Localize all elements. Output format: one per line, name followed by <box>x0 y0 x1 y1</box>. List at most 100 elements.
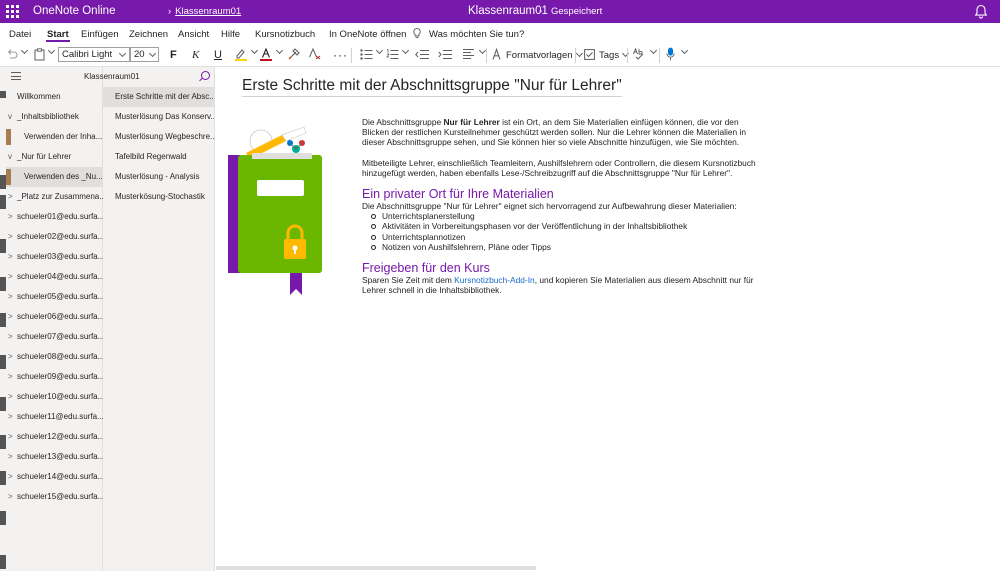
paste-dropdown-chevron-icon[interactable] <box>47 46 56 55</box>
notifications-bell-icon[interactable] <box>974 4 988 19</box>
bold-button[interactable]: F <box>170 48 177 62</box>
section-group-item[interactable]: > schueler02@edu.surfa... <box>6 227 103 247</box>
tell-me-search[interactable]: Was möchten Sie tun? <box>429 29 524 40</box>
section-group-item[interactable]: > schueler10@edu.surfa... <box>6 387 103 407</box>
page-item[interactable]: Musterlösung Wegbeschre... <box>103 127 214 147</box>
coteacher-paragraph: Mitbeteiligte Lehrer, einschließlich Tea… <box>362 157 756 178</box>
font-color-icon[interactable] <box>260 48 272 61</box>
menu-bar: Datei Start Einfügen Zeichnen Ansicht Hi… <box>0 23 1000 43</box>
section-item[interactable]: Willkommen <box>6 87 103 107</box>
font-size-value: 20 <box>134 49 145 60</box>
increase-indent-icon[interactable] <box>438 49 452 60</box>
section-label: schueler07@edu.surfa... <box>17 332 103 341</box>
menu-einfuegen[interactable]: Einfügen <box>81 29 119 40</box>
section-item[interactable]: Verwenden der Inha... <box>6 127 103 147</box>
section-label: _Inhaltsbibliothek <box>17 112 79 121</box>
page-content[interactable]: Die Abschnittsgruppe Nur für Lehrer ist … <box>362 117 762 295</box>
menu-start[interactable]: Start <box>47 29 69 40</box>
section-group-item[interactable]: > schueler14@edu.surfa... <box>6 467 103 487</box>
section-group-item[interactable]: > schueler13@edu.surfa... <box>6 447 103 467</box>
section-group-item[interactable]: > schueler15@edu.surfa... <box>6 487 103 507</box>
share-paragraph: Sparen Sie Zeit mit dem Kursnotizbuch-Ad… <box>362 275 762 295</box>
decrease-indent-icon[interactable] <box>415 49 429 60</box>
clipboard-icon[interactable] <box>34 48 45 61</box>
undo-icon[interactable] <box>6 49 18 60</box>
menu-ansicht[interactable]: Ansicht <box>178 29 209 40</box>
section-group-item[interactable]: > schueler12@edu.surfa... <box>6 427 103 447</box>
chevron-right-icon: > <box>8 212 13 221</box>
styles-dropdown[interactable]: Formatvorlagen <box>506 48 583 62</box>
chevron-right-icon: > <box>8 312 13 321</box>
title-bar: OneNote Online › Klassenraum01 Klassenrau… <box>0 0 1000 23</box>
section-group-item[interactable]: > schueler03@edu.surfa... <box>6 247 103 267</box>
section-group-item[interactable]: v _Nur für Lehrer <box>6 147 103 167</box>
section-group-item[interactable]: > schueler09@edu.surfa... <box>6 367 103 387</box>
section-label: Verwenden des _Nu... <box>24 172 103 181</box>
more-font-options-button[interactable]: ··· <box>333 48 348 62</box>
spelling-icon[interactable] <box>633 48 646 60</box>
menu-datei[interactable]: Datei <box>9 29 31 40</box>
app-name[interactable]: OneNote Online <box>33 5 115 17</box>
underline-button[interactable]: U <box>214 48 222 62</box>
section-label: schueler14@edu.surfa... <box>17 472 103 481</box>
section-group-item[interactable]: > _Platz zur Zusammena... <box>6 187 103 207</box>
undo-dropdown-chevron-icon[interactable] <box>20 46 29 55</box>
section-group-item[interactable]: > schueler08@edu.surfa... <box>6 347 103 367</box>
section-group-item[interactable]: > schueler05@edu.surfa... <box>6 287 103 307</box>
section-group-item[interactable]: v _Inhaltsbibliothek <box>6 107 103 127</box>
chevron-down-icon <box>118 49 127 57</box>
notebook-name: Klassenraum01 <box>468 5 548 17</box>
ribbon-divider <box>659 48 660 63</box>
menu-hilfe[interactable]: Hilfe <box>221 29 240 40</box>
menu-open-in-onenote[interactable]: In OneNote öffnen <box>329 29 406 40</box>
dictate-dropdown-chevron-icon[interactable] <box>680 46 689 55</box>
menu-kursnotizbuch[interactable]: Kursnotizbuch <box>255 29 315 40</box>
paragraph-align-icon[interactable] <box>462 48 475 60</box>
app-launcher-icon[interactable] <box>6 5 19 18</box>
horizontal-scrollbar[interactable] <box>216 566 536 570</box>
chevron-down-icon: v <box>8 112 12 121</box>
page-title[interactable]: Erste Schritte mit der Abschnittsgruppe … <box>242 77 622 97</box>
dictate-microphone-icon[interactable] <box>666 47 675 61</box>
page-list: Erste Schritte mit der Absc... Musterlös… <box>103 67 215 571</box>
font-name-select[interactable]: Calibri Light <box>58 47 130 62</box>
section-item-selected[interactable]: Verwenden des _Nu... <box>6 167 103 187</box>
section-label: schueler13@edu.surfa... <box>17 452 103 461</box>
italic-button[interactable]: K <box>192 48 199 62</box>
materials-list: Unterrichtsplanerstellung Aktivitäten in… <box>370 211 762 252</box>
numbered-list-icon[interactable] <box>386 49 399 60</box>
tags-dropdown[interactable]: Tags <box>599 48 630 62</box>
page-item[interactable]: Musterkösung-Stochastik <box>103 187 214 207</box>
bullet-list-dropdown-chevron-icon[interactable] <box>375 46 384 55</box>
heading-share-class: Freigeben für den Kurs <box>362 261 490 276</box>
section-group-item[interactable]: > schueler06@edu.surfa... <box>6 307 103 327</box>
menu-zeichnen[interactable]: Zeichnen <box>129 29 168 40</box>
share-text: Sparen Sie Zeit mit dem <box>362 275 455 286</box>
font-color-dropdown-chevron-icon[interactable] <box>275 46 284 55</box>
bullet-list-icon[interactable] <box>360 49 373 60</box>
clear-formatting-icon[interactable] <box>308 48 321 60</box>
highlight-dropdown-chevron-icon[interactable] <box>250 46 259 55</box>
notebook-link[interactable]: Klassenraum01 <box>175 6 241 17</box>
highlight-icon[interactable] <box>235 48 247 61</box>
page-item-selected[interactable]: Erste Schritte mit der Absc... <box>103 87 214 107</box>
align-dropdown-chevron-icon[interactable] <box>478 46 487 55</box>
numbered-list-dropdown-chevron-icon[interactable] <box>401 46 410 55</box>
section-label: schueler06@edu.surfa... <box>17 312 103 321</box>
section-group-item[interactable]: > schueler04@edu.surfa... <box>6 267 103 287</box>
addin-link[interactable]: Kursnotizbuch-Add-In <box>454 275 535 285</box>
section-group-item[interactable]: > schueler11@edu.surfa... <box>6 407 103 427</box>
page-item[interactable]: Tafelbild Regenwald <box>103 147 214 167</box>
section-group-item[interactable]: > schueler01@edu.surfa... <box>6 207 103 227</box>
styles-icon <box>492 48 501 60</box>
page-item[interactable]: Musterlösung - Analysis <box>103 167 214 187</box>
spelling-dropdown-chevron-icon[interactable] <box>649 46 658 55</box>
ribbon-divider <box>627 48 628 63</box>
page-item[interactable]: Musterlösung Das Konserv... <box>103 107 214 127</box>
font-size-select[interactable]: 20 <box>130 47 159 62</box>
section-group-item[interactable]: > schueler07@edu.surfa... <box>6 327 103 347</box>
hamburger-menu-icon[interactable] <box>11 72 21 80</box>
format-painter-icon[interactable] <box>288 48 300 60</box>
page-canvas[interactable]: Erste Schritte mit der Abschnittsgruppe … <box>216 67 1000 571</box>
search-icon[interactable] <box>201 71 210 80</box>
